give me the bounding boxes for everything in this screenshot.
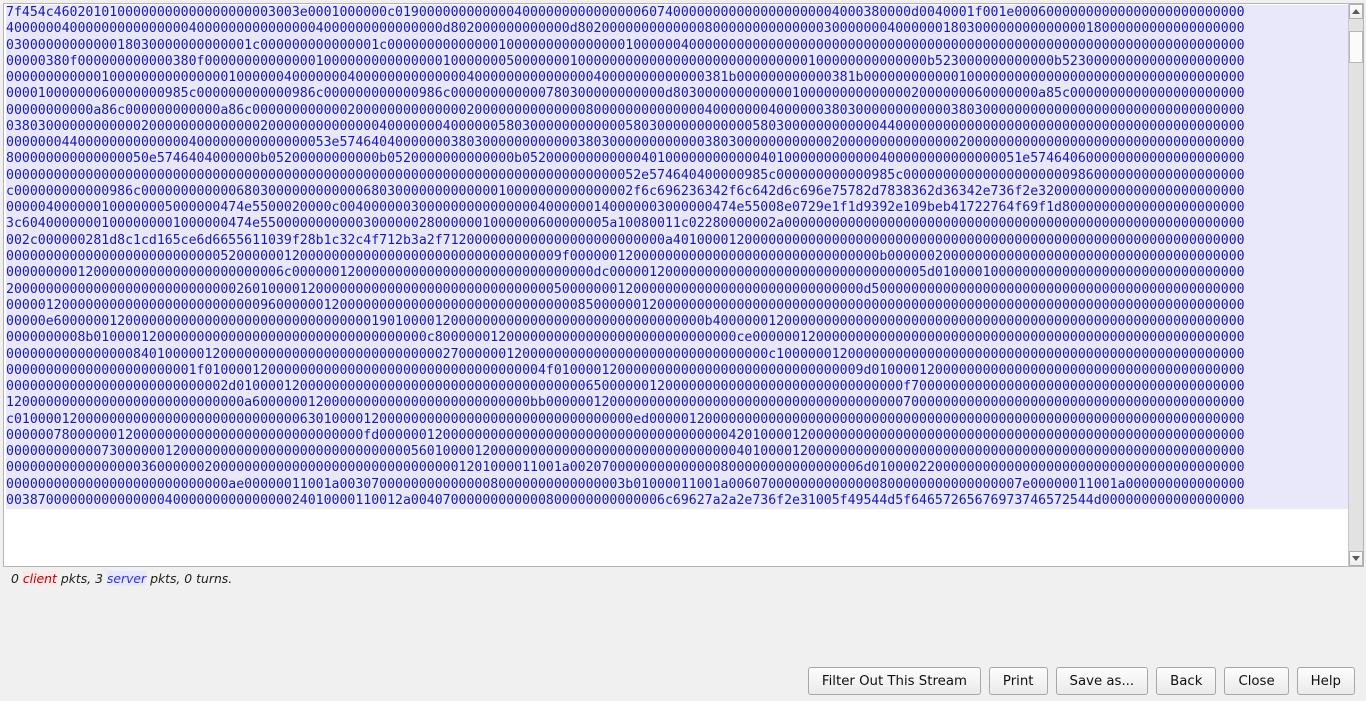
stream-hex-line: 2000000000000000000000000000026010000120… — [6, 281, 1348, 298]
stream-hex-line: 00000000000a86c000000000000a86c000000000… — [6, 102, 1348, 119]
stream-hex-line: 0000000440000000000000040000000000000005… — [6, 135, 1348, 152]
stream-hex-line: 0300000000000018030000000000001c00000000… — [6, 37, 1348, 54]
help-button[interactable]: Help — [1296, 667, 1355, 695]
dialog-button-row: Filter Out This Stream Print Save as... Bac… — [0, 661, 1366, 701]
stream-hex-line: c010000120000000000000000000000000000630… — [6, 411, 1348, 428]
stream-hex-line: 0000000000000000840100000120000000000000… — [6, 346, 1348, 363]
stream-hex-line: 00000380f000000000000380f000000000000001… — [6, 53, 1348, 71]
stream-hex-line: 0000000008b01000012000000000000000000000… — [6, 330, 1348, 347]
stream-text-lines: 7f454c4602010100000000000000000003003e00… — [4, 4, 1348, 510]
client-pkt-count: 0 — [11, 571, 19, 586]
client-suffix: pkts, — [56, 571, 96, 586]
save-as-button[interactable]: Save as... — [1055, 667, 1149, 695]
scrollbar-track[interactable] — [1349, 19, 1363, 551]
stream-content-area: 7f454c4602010100000000000000000003003e00… — [0, 0, 1366, 569]
server-label: server — [106, 571, 147, 586]
follow-stream-dialog: 7f454c4602010100000000000000000003003e00… — [0, 0, 1366, 701]
scroll-down-button[interactable] — [1349, 551, 1363, 566]
stream-hex-line: c000000000000986c00000000000068030000000… — [6, 183, 1348, 201]
stream-hex-line: 000000000000000000000001f010000120000000… — [6, 362, 1348, 380]
stream-hex-line: 0000000000000000000000000002d01000012000… — [6, 379, 1348, 396]
stream-hex-line: 0000000000001000000000000000100000040000… — [6, 70, 1348, 87]
chevron-up-icon — [1352, 9, 1360, 14]
packet-count-status: 0 client pkts, 3 server pkts, 0 turns. — [11, 571, 232, 586]
server-pkt-count: 3 — [95, 571, 103, 586]
stream-hex-line: 3c60400000001000000001000000474e55000000… — [6, 216, 1348, 233]
stream-vertical-scrollbar[interactable] — [1348, 3, 1364, 567]
chevron-down-icon — [1352, 556, 1360, 561]
client-label: client — [22, 571, 57, 586]
stream-hex-line: 7f454c4602010100000000000000000003003e00… — [6, 5, 1348, 22]
scrollbar-thumb[interactable] — [1349, 31, 1363, 63]
stream-hex-line: 00000e6000000120000000000000000000000000… — [6, 314, 1348, 331]
stream-hex-line: 002c000000281d8c1cd165ce6d6655611039f28b… — [6, 232, 1348, 249]
filter-out-this-stream-button[interactable]: Filter Out This Stream — [807, 667, 981, 695]
stream-hex-line: 0000000000000000036000000200000000000000… — [6, 460, 1348, 477]
stream-hex-line: 0000007800000012000000000000000000000000… — [6, 427, 1348, 445]
back-button[interactable]: Back — [1156, 667, 1217, 695]
stream-text-view[interactable]: 7f454c4602010100000000000000000003003e00… — [3, 3, 1348, 567]
find-row: Find: Find Next — [0, 629, 1366, 661]
stream-hex-line: 00001000000060000000985c000000000000986c… — [6, 86, 1348, 103]
stream-hex-line: 0000012000000000000000000000000096000000… — [6, 297, 1348, 315]
stream-hex-line: 0000000000007300000012000000000000000000… — [6, 444, 1348, 461]
stream-hex-line: 4000000400000000000000040000000000000004… — [6, 21, 1348, 38]
stream-hex-line: 120000000000000000000000000000a600000012… — [6, 395, 1348, 412]
stream-hex-line: 800000000000000050e5746404000000b0520000… — [6, 151, 1348, 168]
server-suffix: pkts, 0 turns. — [146, 571, 233, 586]
stream-hex-line: 0380300000000000020000000000000020000000… — [6, 118, 1348, 136]
stream-hex-line: 00000000012000000000000000000000006c0000… — [6, 265, 1348, 282]
stream-options-row: Entire conversation (31kB) Show data as … — [0, 594, 1366, 628]
close-button[interactable]: Close — [1224, 667, 1289, 695]
stream-hex-line: 0038700000000000000040000000000000002401… — [6, 492, 1348, 510]
stream-hex-line: 0000000000000000000000000000ae0000001100… — [6, 476, 1348, 493]
stream-hex-line: 0000000000000000000000000005200000012000… — [6, 248, 1348, 266]
stream-hex-line: 0000000000000000000000000000000000000000… — [6, 167, 1348, 184]
stream-hex-line: 000004000000100000005000000474e550002000… — [6, 200, 1348, 217]
print-button[interactable]: Print — [988, 667, 1048, 695]
scroll-up-button[interactable] — [1349, 4, 1363, 19]
